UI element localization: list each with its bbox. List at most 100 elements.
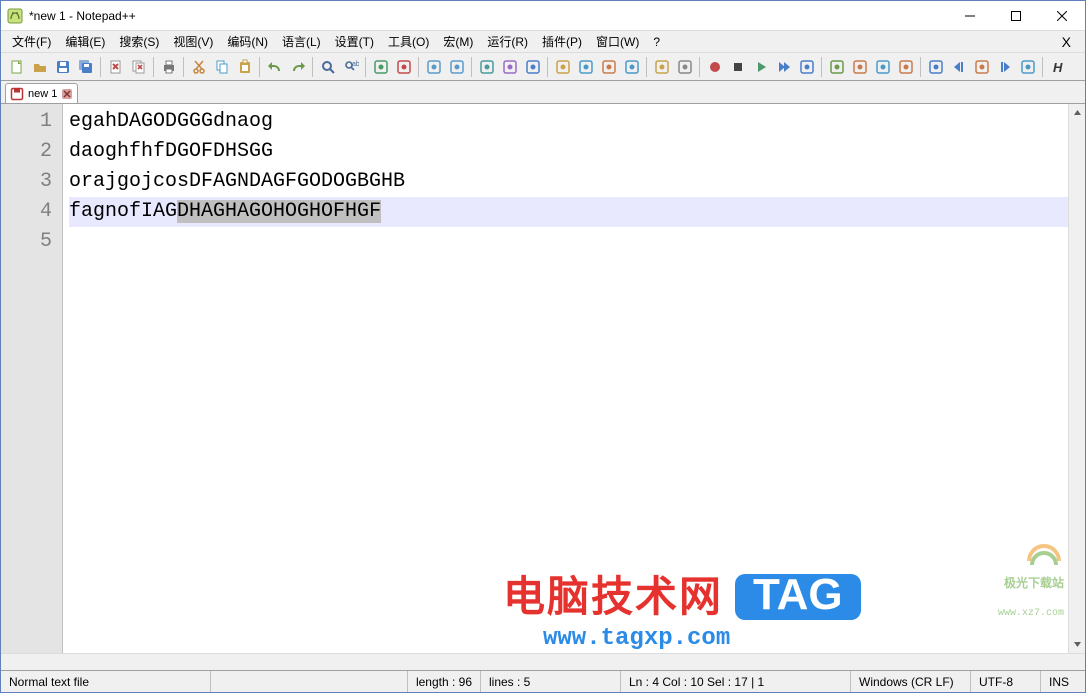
menu-settings[interactable]: 设置(T) [328, 31, 381, 52]
tab-new-1[interactable]: new 1 [5, 83, 78, 104]
menu-tools[interactable]: 工具(O) [381, 31, 436, 52]
paste-icon[interactable] [233, 55, 256, 78]
play-icon[interactable] [749, 55, 772, 78]
line-number: 1 [1, 107, 52, 137]
code-text[interactable]: egahDAGODGGGdnaog daoghfhfDGOFDHSGG oraj… [63, 104, 1068, 653]
vertical-scrollbar[interactable] [1068, 104, 1085, 653]
indent-guide-icon[interactable] [521, 55, 544, 78]
print-icon[interactable] [157, 55, 180, 78]
close-all-icon[interactable] [127, 55, 150, 78]
toolbar-separator [1042, 57, 1043, 77]
menu-search[interactable]: 搜索(S) [112, 31, 166, 52]
doc-list-icon[interactable] [597, 55, 620, 78]
zoom-out-icon[interactable] [392, 55, 415, 78]
to-end-icon[interactable] [993, 55, 1016, 78]
menu-plugins[interactable]: 插件(P) [535, 31, 589, 52]
lang-udl-icon[interactable] [551, 55, 574, 78]
new-file-icon[interactable] [5, 55, 28, 78]
replace-icon[interactable]: ab [339, 55, 362, 78]
undo-icon[interactable] [263, 55, 286, 78]
code-line-current[interactable]: fagnofIAGDHAGHAGOHOGHOFHGF [69, 197, 1068, 227]
clear-icon[interactable] [1016, 55, 1039, 78]
minimize-button[interactable] [947, 1, 993, 30]
open-file-icon[interactable] [28, 55, 51, 78]
sync-h-icon[interactable] [445, 55, 468, 78]
maximize-button[interactable] [993, 1, 1039, 30]
menu-window[interactable]: 窗口(W) [589, 31, 646, 52]
code-line[interactable] [69, 227, 1068, 257]
close-window-button[interactable] [1039, 1, 1085, 30]
watermark-secondary: 极光下载站 www.xz7.com [998, 541, 1064, 629]
menu-run[interactable]: 运行(R) [480, 31, 535, 52]
window-title: *new 1 - Notepad++ [29, 9, 136, 23]
status-filetype: Normal text file [1, 671, 211, 692]
app-icon [7, 8, 23, 24]
menu-close-doc[interactable]: X [1052, 34, 1081, 50]
code-line[interactable]: orajgojcosDFAGNDAGFGODOGBGHB [69, 167, 1068, 197]
nav-icon[interactable] [970, 55, 993, 78]
code-line[interactable]: egahDAGODGGGdnaog [69, 107, 1068, 137]
folder-icon[interactable] [650, 55, 673, 78]
stop-icon[interactable] [726, 55, 749, 78]
save-icon[interactable] [51, 55, 74, 78]
all-chars-icon[interactable] [498, 55, 521, 78]
toolbar-separator [312, 57, 313, 77]
menu-encoding[interactable]: 编码(N) [220, 31, 275, 52]
editor-area: 1 2 3 4 5 egahDAGODGGGdnaog daoghfhfDGOF… [1, 103, 1085, 653]
line-number-gutter: 1 2 3 4 5 [1, 104, 63, 653]
toolbar-separator [153, 57, 154, 77]
tab-close-button[interactable] [61, 88, 73, 100]
menu-edit[interactable]: 编辑(E) [58, 31, 112, 52]
watermark-tag: TAG [735, 574, 861, 620]
tabbar: new 1 [1, 81, 1085, 103]
wordwrap-icon[interactable] [475, 55, 498, 78]
sync-v-icon[interactable] [422, 55, 445, 78]
dspell3-icon[interactable] [894, 55, 917, 78]
titlebar: *new 1 - Notepad++ [1, 1, 1085, 31]
save-macro-icon[interactable] [795, 55, 818, 78]
to-start-icon[interactable] [947, 55, 970, 78]
toolbar-separator [821, 57, 822, 77]
toolbar-separator [471, 57, 472, 77]
save-all-icon[interactable] [74, 55, 97, 78]
dspell1-icon[interactable] [848, 55, 871, 78]
close-icon[interactable] [104, 55, 127, 78]
scroll-up-icon[interactable] [1069, 104, 1085, 121]
code-line[interactable]: daoghfhfDGOFDHSGG [69, 137, 1068, 167]
code-text-selected: DHAGHAGOHOGHOFHGF [177, 200, 381, 223]
editor[interactable]: 1 2 3 4 5 egahDAGODGGGdnaog daoghfhfDGOF… [1, 104, 1068, 653]
watermark2-url: www.xz7.com [998, 599, 1064, 629]
monitoring-icon[interactable] [673, 55, 696, 78]
menu-view[interactable]: 视图(V) [166, 31, 220, 52]
doc-map-icon[interactable] [574, 55, 597, 78]
playm-icon[interactable] [772, 55, 795, 78]
spell-icon[interactable] [825, 55, 848, 78]
status-length: length : 96 [408, 671, 481, 692]
cut-icon[interactable] [187, 55, 210, 78]
window-controls [947, 1, 1085, 30]
copy-icon[interactable] [210, 55, 233, 78]
status-encoding: UTF-8 [971, 671, 1041, 692]
func-list-icon[interactable] [620, 55, 643, 78]
horizontal-scrollbar[interactable] [1, 653, 1085, 670]
menu-macro[interactable]: 宏(M) [436, 31, 480, 52]
toolbar: ab H [1, 53, 1085, 81]
line-number: 5 [1, 227, 52, 257]
redo-icon[interactable] [286, 55, 309, 78]
toolbar-separator [920, 57, 921, 77]
toolbar-separator [699, 57, 700, 77]
tab-unsaved-icon [10, 87, 24, 101]
dspell2-icon[interactable] [871, 55, 894, 78]
find-icon[interactable] [316, 55, 339, 78]
toolbar-separator [259, 57, 260, 77]
menu-file[interactable]: 文件(F) [5, 31, 58, 52]
record-icon[interactable] [703, 55, 726, 78]
compare-icon[interactable] [924, 55, 947, 78]
toolbar-separator [365, 57, 366, 77]
bold-icon[interactable]: H [1046, 55, 1069, 78]
menu-help[interactable]: ? [646, 33, 667, 51]
menu-language[interactable]: 语言(L) [275, 31, 328, 52]
toolbar-separator [183, 57, 184, 77]
zoom-in-icon[interactable] [369, 55, 392, 78]
scroll-down-icon[interactable] [1069, 636, 1085, 653]
